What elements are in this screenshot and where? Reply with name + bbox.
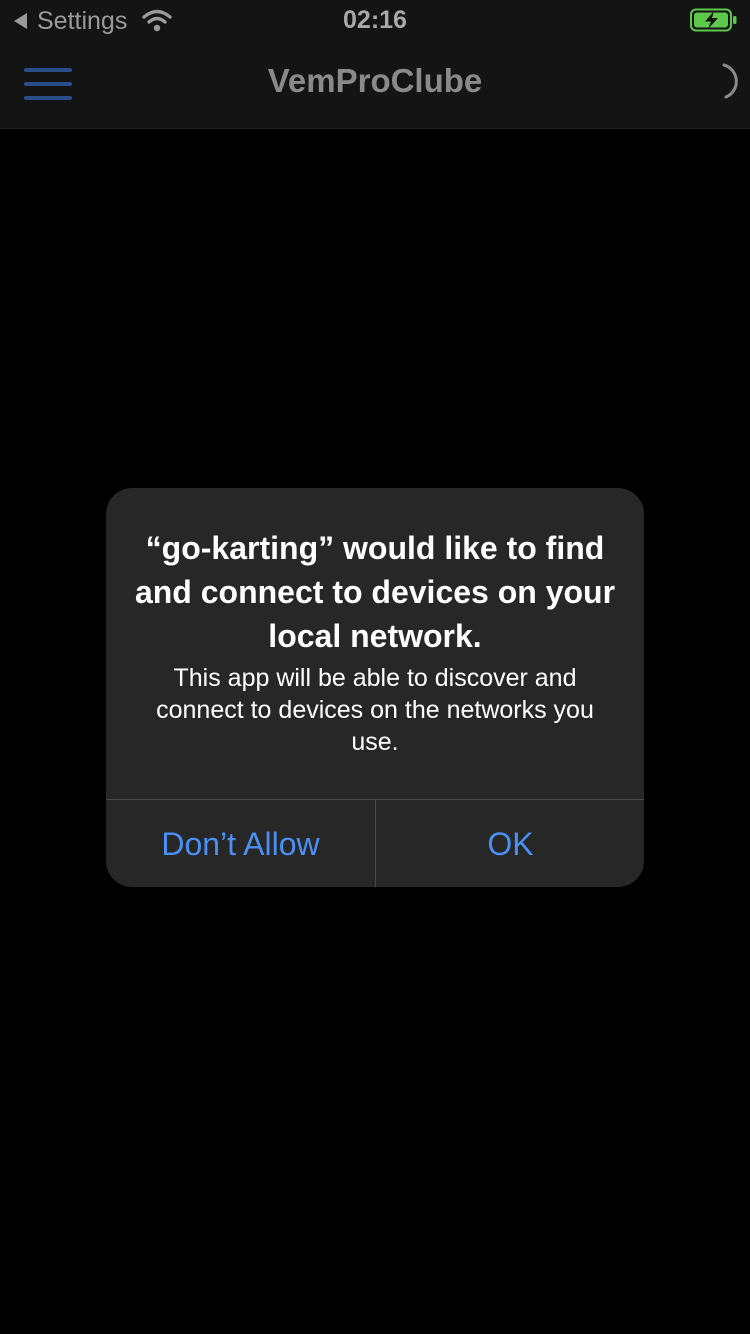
- navigation-bar: VemProClube: [0, 40, 750, 128]
- dont-allow-button[interactable]: Don’t Allow: [106, 800, 375, 887]
- battery-charging-icon: [690, 8, 737, 32]
- status-bar: Settings 02:16: [0, 0, 750, 40]
- alert-message: This app will be able to discover and co…: [156, 664, 594, 756]
- status-time: 02:16: [343, 6, 407, 34]
- app-screen: Settings 02:16 VemProClube “go-karting” …: [0, 0, 750, 1334]
- alert-title: “go-karting” would like to find and conn…: [134, 530, 616, 654]
- loading-spinner-icon: [722, 63, 738, 99]
- local-network-permission-alert: “go-karting” would like to find and conn…: [106, 488, 644, 887]
- page-title: VemProClube: [267, 62, 483, 99]
- top-bar: Settings 02:16 VemProClube: [0, 0, 750, 129]
- ok-button[interactable]: OK: [376, 800, 644, 887]
